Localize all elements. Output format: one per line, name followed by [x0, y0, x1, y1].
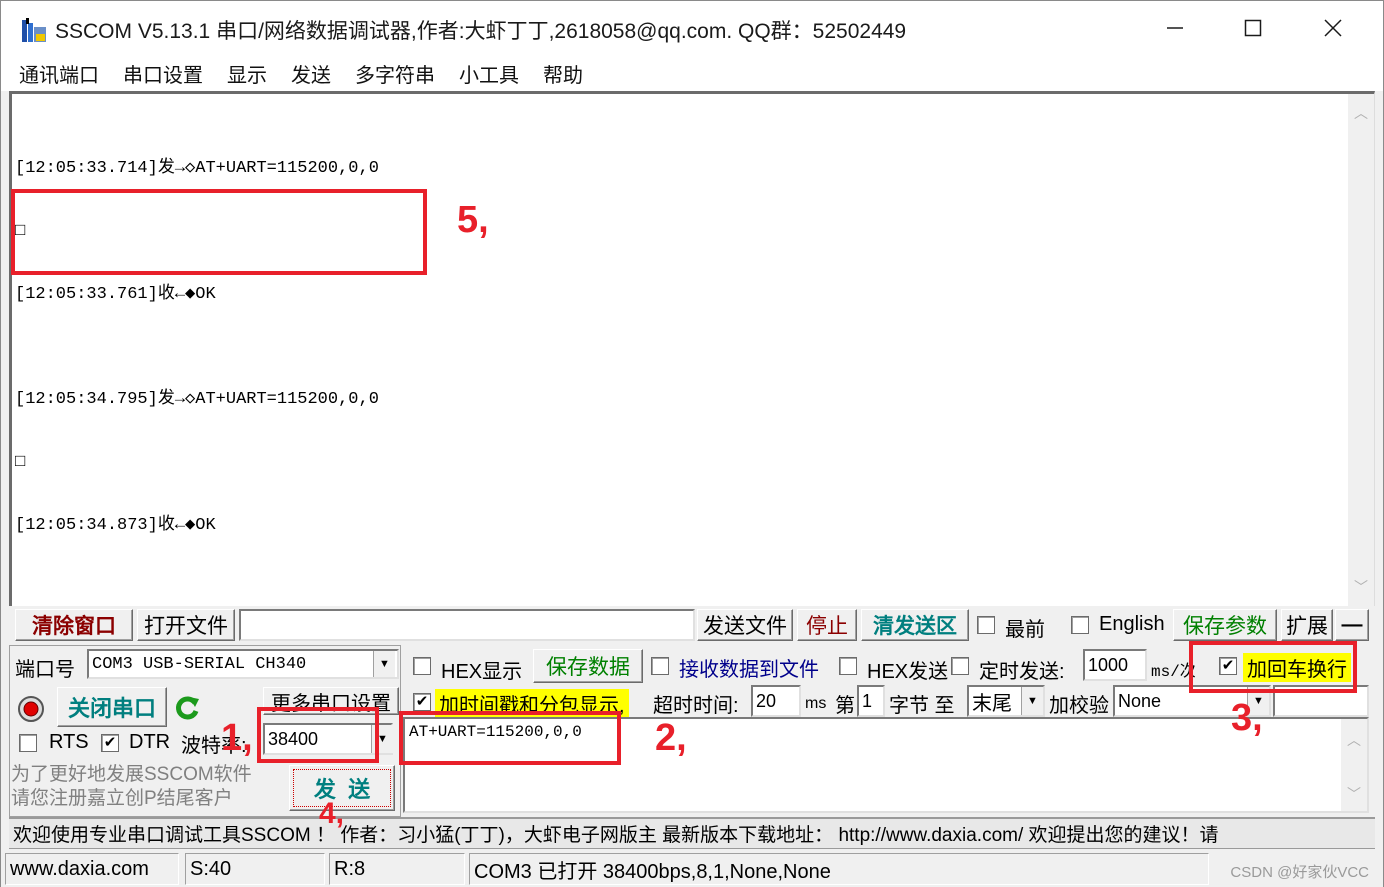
promo-line-1: 为了更好地发展SSCOM软件 [11, 764, 252, 785]
byte-to-label: 字节 至 [889, 695, 955, 717]
byte-from-input[interactable]: 1 [857, 685, 885, 717]
save-data-button[interactable]: 保存数据 [533, 649, 643, 683]
send-scrollbar[interactable]: ︿ ﹀ [1341, 719, 1367, 811]
status-bar: www.daxia.com S:40 R:8 COM3 已打开 38400bps… [1, 851, 1383, 887]
checksum-label: 加校验 [1049, 695, 1109, 717]
minimize-button[interactable] [1135, 1, 1215, 55]
annotation-label-2: 2, [655, 717, 687, 759]
topmost-checkbox[interactable] [977, 616, 995, 634]
interval-input[interactable]: 1000 [1083, 649, 1147, 681]
sscom-window: SSCOM V5.13.1 串口/网络数据调试器,作者:大虾丁丁,2618058… [0, 0, 1384, 887]
timed-send-label: 定时发送: [979, 661, 1065, 683]
english-checkbox[interactable] [1071, 616, 1089, 634]
window-title: SSCOM V5.13.1 串口/网络数据调试器,作者:大虾丁丁,2618058… [55, 20, 907, 43]
log-line: [12:05:33.761]收←◆OK [15, 285, 216, 304]
status-port-info: COM3 已打开 38400bps,8,1,None,None [469, 853, 1209, 885]
title-bar: SSCOM V5.13.1 串口/网络数据调试器,作者:大虾丁丁,2618058… [1, 1, 1383, 55]
log-line: □ [15, 453, 26, 472]
save-params-button[interactable]: 保存参数 [1173, 609, 1277, 641]
close-button[interactable] [1293, 1, 1373, 55]
byte-to-dropdown-icon[interactable]: ▼ [1021, 687, 1043, 715]
port-dropdown-icon[interactable]: ▼ [373, 651, 395, 677]
rts-label: RTS [49, 731, 89, 753]
hex-send-checkbox[interactable] [839, 657, 857, 675]
app-icon [22, 18, 46, 42]
annotation-box-1 [257, 707, 379, 763]
annotation-box-3 [1189, 641, 1357, 693]
log-line: [12:05:34.795]发→◇AT+UART=115200,0,0 [15, 390, 379, 409]
receive-area[interactable]: [12:05:33.714]发→◇AT+UART=115200,0,0 □ [1… [9, 91, 1375, 606]
english-label: English [1099, 613, 1165, 635]
minimize-icon [1167, 27, 1183, 29]
send-scroll-up-icon[interactable]: ︿ [1341, 727, 1367, 753]
menu-bar: 通讯端口 串口设置 显示 发送 多字符串 小工具 帮助 [1, 55, 1383, 91]
port-status-led-icon [18, 696, 44, 722]
refresh-icon[interactable] [173, 693, 203, 723]
clear-window-button[interactable]: 清除窗口 [15, 609, 133, 641]
open-file-button[interactable]: 打开文件 [137, 609, 235, 641]
send-scroll-down-icon[interactable]: ﹀ [1341, 781, 1367, 807]
topmost-label: 最前 [1005, 619, 1045, 641]
receive-scrollbar[interactable]: ︿ ﹀ [1348, 94, 1374, 606]
ticker-text: 欢迎使用专业串口调试工具SSCOM ！ 作者：习小猛(丁丁)，大虾电子网版主 最… [13, 825, 1219, 846]
receive-log: [12:05:33.714]发→◇AT+UART=115200,0,0 □ [1… [15, 116, 379, 578]
byte-to-value: 末尾 [972, 692, 1012, 715]
port-value: COM3 USB-SERIAL CH340 [92, 654, 307, 674]
clear-send-button[interactable]: 清发送区 [861, 609, 969, 641]
byte-from-label: 第 [835, 695, 855, 717]
menu-display[interactable]: 显示 [227, 59, 267, 88]
checksum-value: None [1118, 690, 1162, 711]
status-website[interactable]: www.daxia.com [5, 853, 179, 885]
menu-tools[interactable]: 小工具 [459, 59, 519, 88]
log-line: [12:05:33.714]发→◇AT+UART=115200,0,0 [15, 159, 379, 178]
promo-line-2: 请您注册嘉立创P结尾客户 [11, 788, 233, 809]
menu-send[interactable]: 发送 [291, 59, 331, 88]
scroll-down-icon[interactable]: ﹀ [1348, 574, 1374, 600]
hex-display-label: HEX显示 [441, 661, 523, 683]
port-label: 端口号 [15, 659, 75, 681]
dtr-label: DTR [129, 731, 171, 753]
status-recv-count: R:8 [329, 853, 465, 885]
timeout-input[interactable]: 20 [751, 685, 801, 717]
ticker-bar: 欢迎使用专业串口调试工具SSCOM ！ 作者：习小猛(丁丁)，大虾电子网版主 最… [9, 817, 1375, 849]
collapse-button[interactable]: — [1335, 609, 1369, 641]
scroll-up-icon[interactable]: ︿ [1348, 100, 1374, 126]
expand-button[interactable]: 扩展 [1281, 609, 1333, 641]
file-path-input[interactable] [239, 609, 695, 641]
status-sent-count: S:40 [185, 853, 325, 885]
close-icon [1324, 19, 1342, 37]
close-port-button[interactable]: 关闭串口 [57, 687, 167, 727]
menu-serial-settings[interactable]: 串口设置 [123, 59, 203, 88]
promo-text: 为了更好地发展SSCOM软件 请您注册嘉立创P结尾客户 [11, 763, 252, 811]
annotation-label-4: 4, [319, 797, 345, 830]
annotation-label-5: 5, [457, 199, 489, 241]
annotation-label-1: 1, [221, 717, 253, 759]
annotation-label-3: 3, [1231, 697, 1263, 739]
stop-button[interactable]: 停止 [797, 609, 857, 641]
hex-send-label: HEX发送 [867, 661, 949, 683]
menu-multi-string[interactable]: 多字符串 [355, 59, 435, 88]
port-select[interactable]: COM3 USB-SERIAL CH340 [87, 649, 399, 679]
timeout-unit: ms [805, 695, 827, 712]
watermark: CSDN @好家伙VCC [1230, 864, 1369, 881]
dtr-checkbox[interactable]: ✔ [101, 734, 119, 752]
maximize-icon [1244, 19, 1262, 37]
hex-display-checkbox[interactable] [413, 657, 431, 675]
timeout-label: 超时时间: [653, 695, 739, 717]
log-line: [12:05:34.873]收←◆OK [15, 516, 216, 535]
recv-to-file-label[interactable]: 接收数据到文件 [679, 653, 819, 682]
menu-comm-port[interactable]: 通讯端口 [19, 59, 99, 88]
timed-send-checkbox[interactable] [951, 657, 969, 675]
menu-help[interactable]: 帮助 [543, 59, 583, 88]
timestamp-checkbox[interactable]: ✔ [413, 693, 431, 711]
annotation-box-2 [399, 711, 621, 765]
recv-to-file-checkbox[interactable] [651, 657, 669, 675]
maximize-button[interactable] [1213, 1, 1293, 55]
send-file-button[interactable]: 发送文件 [697, 609, 793, 641]
annotation-box-5 [11, 189, 427, 275]
rts-checkbox[interactable] [19, 734, 37, 752]
